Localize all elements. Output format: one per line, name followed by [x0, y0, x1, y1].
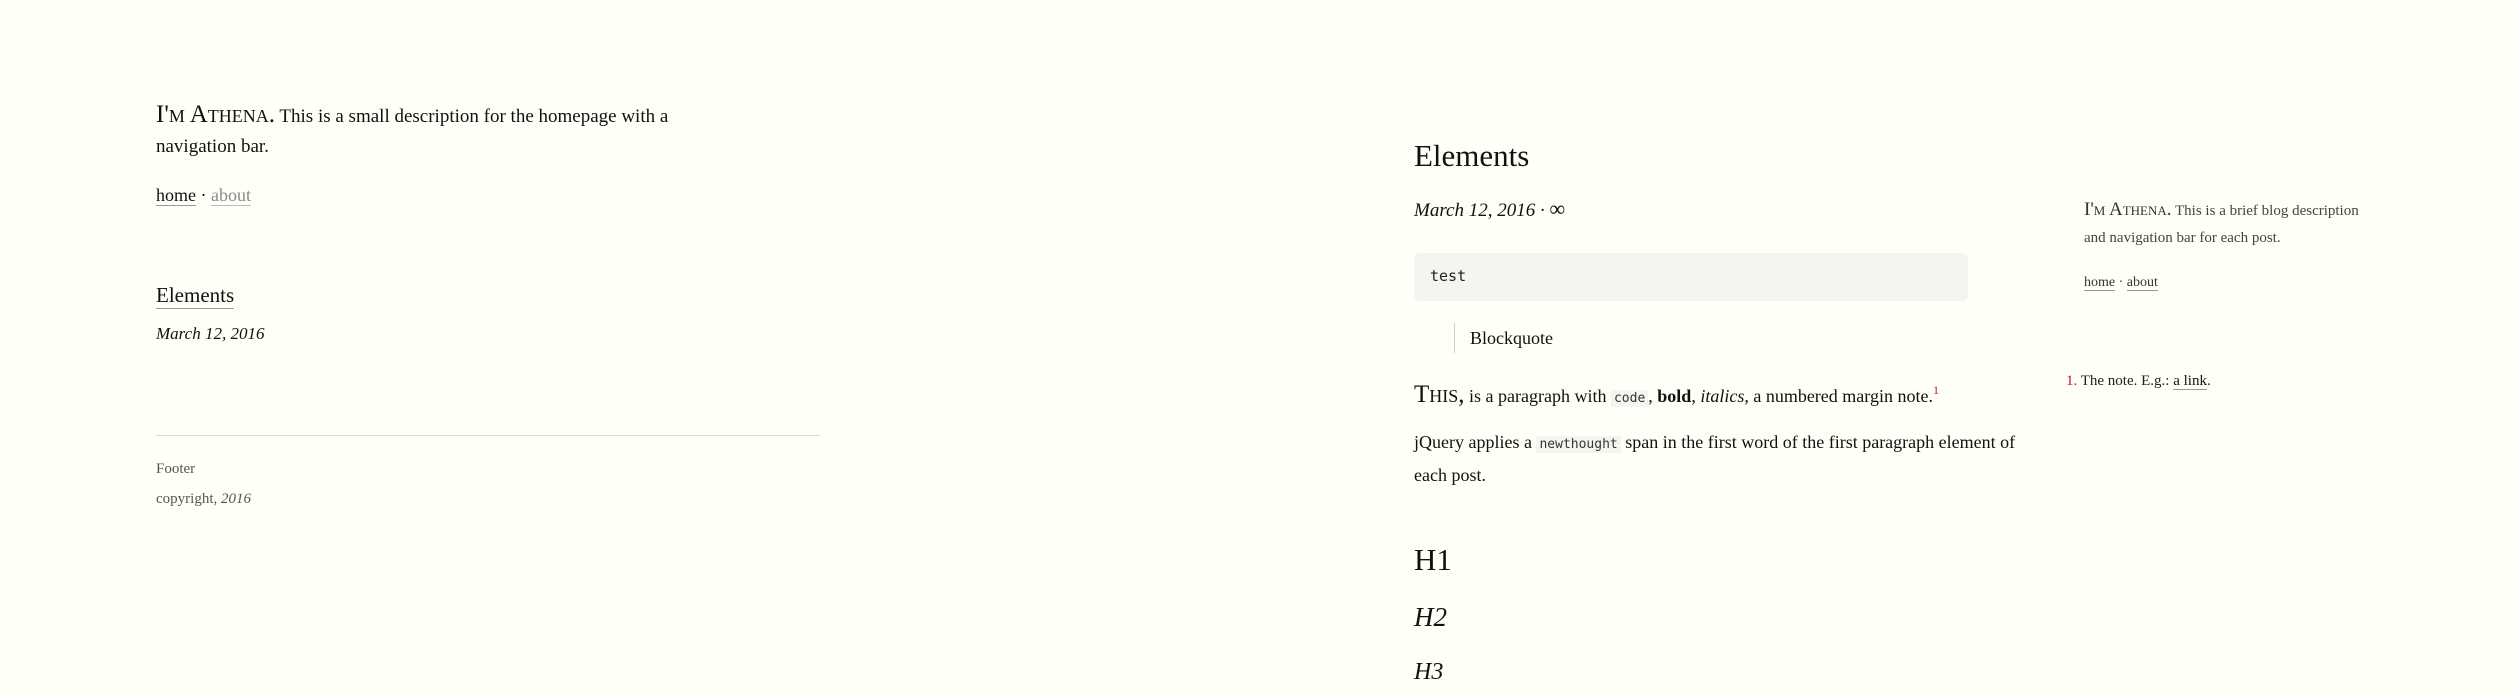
copyright-text: copyright, [156, 491, 221, 507]
italic-text: italics [1700, 386, 1745, 406]
footer-copyright: copyright, 2016 [156, 484, 251, 514]
nav-separator: · [2118, 275, 2124, 290]
homepage-nav: home · about [156, 185, 251, 206]
sidebar-intro: I'm Athena. This is a brief blog descrip… [2084, 196, 2384, 252]
paragraph-margin-note: This, is a paragraph with code, bold, it… [1414, 374, 2024, 415]
paragraph-text: , [1691, 386, 1701, 406]
post-title: Elements [1414, 138, 1530, 173]
margin-note-text: The note. E.g.: [2080, 373, 2174, 389]
margin-note-number: 1. [2066, 373, 2078, 389]
heading-h1: H1 [1414, 542, 1452, 577]
margin-note-end: . [2206, 373, 2211, 389]
homepage-footer: Footer copyright, 2016 [156, 454, 251, 514]
nav-separator: · [200, 185, 207, 205]
paragraph-text: jQuery applies a [1414, 432, 1537, 452]
nav-home-link[interactable]: home [156, 185, 196, 206]
sidebar-nav-home-link[interactable]: home [2084, 275, 2116, 291]
inline-code: newthought [1536, 436, 1621, 453]
margin-note-link[interactable]: a link [2173, 373, 2207, 390]
sidebar-brand: I'm Athena. [2084, 199, 2172, 220]
bold-text: bold [1657, 386, 1692, 406]
copyright-year: 2016 [221, 491, 251, 507]
heading-h3: H3 [1414, 659, 1444, 685]
code-block: test [1414, 253, 1968, 301]
blockquote: Blockquote [1454, 323, 1553, 353]
newthought: This, [1414, 381, 1465, 408]
permalink-icon[interactable]: ∞ [1549, 196, 1565, 221]
footer-label: Footer [156, 461, 196, 477]
inline-code: code [1610, 390, 1649, 407]
margin-note-ref[interactable]: 1 [1933, 383, 1939, 397]
sidebar-nav-about-link[interactable]: about [2126, 275, 2158, 291]
paragraph-text: , a numbered margin note. [1744, 386, 1933, 406]
paragraph-text: is a paragraph with [1464, 386, 1611, 406]
nav-about-link[interactable]: about [211, 185, 251, 206]
post-list-date: March 12, 2016 [156, 324, 265, 343]
margin-note: 1. The note. E.g.: a link. [2066, 373, 2211, 390]
sidebar-nav: home · about [2084, 275, 2158, 291]
meta-separator: · [1539, 200, 1545, 221]
homepage-intro: I'm Athena. This is a small description … [156, 100, 676, 162]
post-meta: March 12, 2016 · ∞ [1414, 196, 1565, 222]
heading-h2: H2 [1414, 602, 1447, 632]
paragraph-text: , [1648, 386, 1658, 406]
site-brand: I'm Athena. [156, 101, 275, 128]
post-list-title-link[interactable]: Elements [156, 283, 235, 309]
post-date: March 12, 2016 [1414, 200, 1536, 221]
paragraph-jquery: jQuery applies a newthought span in the … [1414, 427, 2024, 490]
footer-divider [156, 435, 820, 436]
